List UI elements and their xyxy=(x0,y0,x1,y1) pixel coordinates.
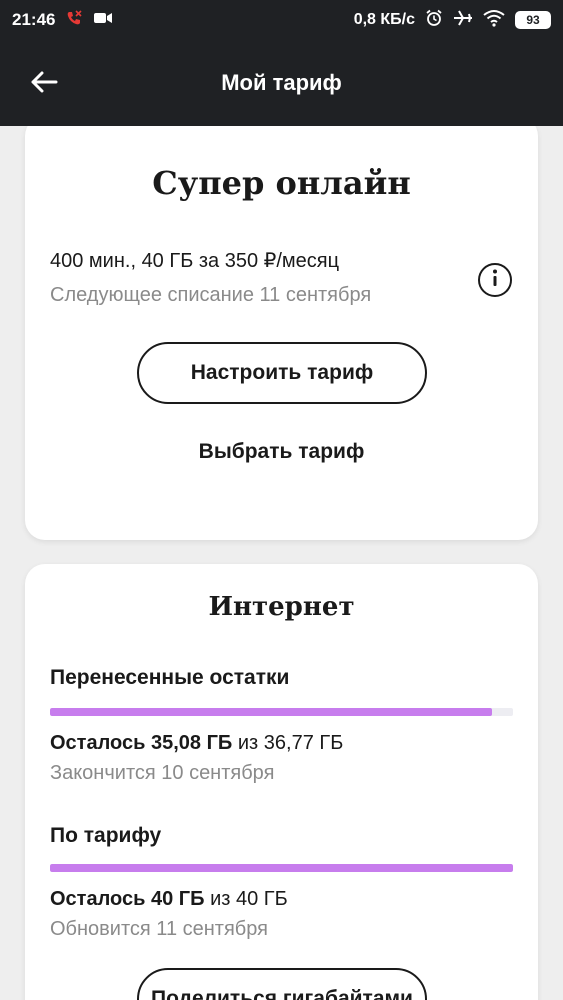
alarm-icon xyxy=(425,9,443,32)
by-tariff-remaining: Осталось 40 ГБ из 40 ГБ xyxy=(50,888,288,911)
carried-over-total: из 36,77 ГБ xyxy=(237,732,344,754)
page-title: Мой тариф xyxy=(221,70,342,95)
main-content[interactable]: Супер онлайн 400 мин., 40 ГБ за 350 ₽/ме… xyxy=(0,126,563,1000)
carried-over-progress xyxy=(50,708,513,716)
choose-tariff-button[interactable]: Выбрать тариф xyxy=(25,440,538,464)
by-tariff-remaining-value: 40 ГБ xyxy=(150,888,205,910)
airplane-icon xyxy=(453,9,473,32)
network-speed: 0,8 КБ/с xyxy=(353,11,415,28)
missed-call-icon xyxy=(65,9,83,32)
internet-card: Интернет Перенесенные остатки Осталось 3… xyxy=(25,564,538,1000)
carried-over-heading: Перенесенные остатки xyxy=(50,666,290,689)
by-tariff-progress-fill xyxy=(50,864,513,872)
share-gigabytes-button[interactable]: Поделиться гигабайтами xyxy=(137,968,427,1000)
carried-over-remaining: Осталось 35,08 ГБ из 36,77 ГБ xyxy=(50,732,343,755)
battery-icon: 93 xyxy=(515,11,551,29)
tariff-name: Супер онлайн xyxy=(152,164,411,202)
video-icon xyxy=(93,10,113,30)
carried-over-expiry: Закончится 10 сентября xyxy=(50,762,275,784)
setup-tariff-button[interactable]: Настроить тариф xyxy=(137,342,427,404)
by-tariff-remaining-prefix: Осталось xyxy=(50,888,146,910)
status-time: 21:46 xyxy=(12,10,56,29)
status-right: 0,8 КБ/с 93 xyxy=(354,9,551,32)
carried-over-progress-fill xyxy=(50,708,492,716)
app-bar: Мой тариф xyxy=(0,40,563,126)
by-tariff-heading: По тарифу xyxy=(50,824,162,847)
internet-title: Интернет xyxy=(208,592,355,622)
by-tariff-renewal: Обновится 11 сентября xyxy=(50,918,268,940)
status-bar: 21:46 0,8 КБ/с 93 xyxy=(0,0,563,40)
tariff-description: 400 мин., 40 ГБ за 350 ₽/месяц xyxy=(50,250,340,272)
back-button[interactable] xyxy=(22,66,66,102)
carried-over-remaining-prefix: Осталось xyxy=(50,732,146,754)
info-button[interactable] xyxy=(478,263,512,297)
info-icon xyxy=(492,269,498,292)
status-left: 21:46 xyxy=(12,9,113,32)
by-tariff-progress xyxy=(50,864,513,872)
carried-over-remaining-value: 35,08 ГБ xyxy=(150,732,233,754)
wifi-icon xyxy=(483,9,505,32)
next-charge-date: Следующее списание 11 сентября xyxy=(50,284,372,306)
by-tariff-total: из 40 ГБ xyxy=(210,888,288,910)
tariff-card: Супер онлайн 400 мин., 40 ГБ за 350 ₽/ме… xyxy=(25,126,538,540)
arrow-left-icon xyxy=(30,71,58,98)
